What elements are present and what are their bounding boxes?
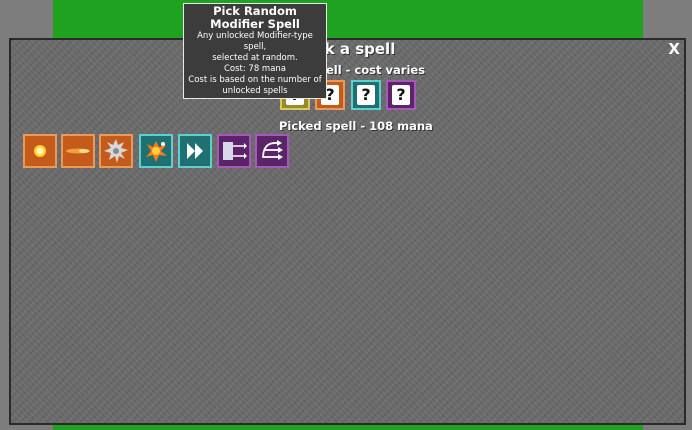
speed-up-icon bbox=[187, 143, 203, 159]
question-icon: ? bbox=[357, 85, 375, 105]
panel-title: Pick a spell bbox=[299, 40, 396, 58]
tooltip-title: Pick Random Modifier Spell bbox=[210, 4, 300, 31]
tooltip-line-2: selected at random. bbox=[212, 53, 298, 63]
picked-slot-1[interactable] bbox=[23, 134, 57, 168]
tooltip-cost: Cost: 78 mana bbox=[223, 64, 287, 74]
tooltip-line-1: Any unlocked Modifier-type spell, bbox=[197, 31, 313, 52]
tooltip-line-4: Cost is based on the number of bbox=[188, 75, 322, 85]
picked-slot-2[interactable] bbox=[61, 134, 95, 168]
multicast-arrows-icon bbox=[262, 140, 283, 160]
picked-slot-6[interactable] bbox=[217, 134, 251, 168]
explosion-icon bbox=[146, 141, 167, 162]
tooltip-line-5: unlocked spells bbox=[222, 86, 288, 96]
picked-slot-7[interactable] bbox=[255, 134, 289, 168]
spell-tooltip: Pick Random Modifier Spell Any unlocked … bbox=[183, 3, 327, 99]
question-icon: ? bbox=[392, 85, 410, 105]
random-slot-3[interactable]: ? bbox=[351, 80, 381, 110]
spark-bolt-icon bbox=[66, 148, 90, 154]
picked-slot-3[interactable] bbox=[99, 134, 133, 168]
picked-section-label: Picked spell - 108 mana bbox=[279, 119, 433, 133]
spell-picker-panel: X Pick a spell Random spell - cost varie… bbox=[9, 38, 686, 425]
spread-arrows-icon bbox=[223, 142, 247, 160]
picked-slot-4[interactable] bbox=[139, 134, 173, 168]
saw-blade-icon bbox=[104, 139, 128, 163]
random-slot-4[interactable]: ? bbox=[386, 80, 416, 110]
fireball-icon bbox=[34, 145, 46, 157]
picked-slot-5[interactable] bbox=[178, 134, 212, 168]
